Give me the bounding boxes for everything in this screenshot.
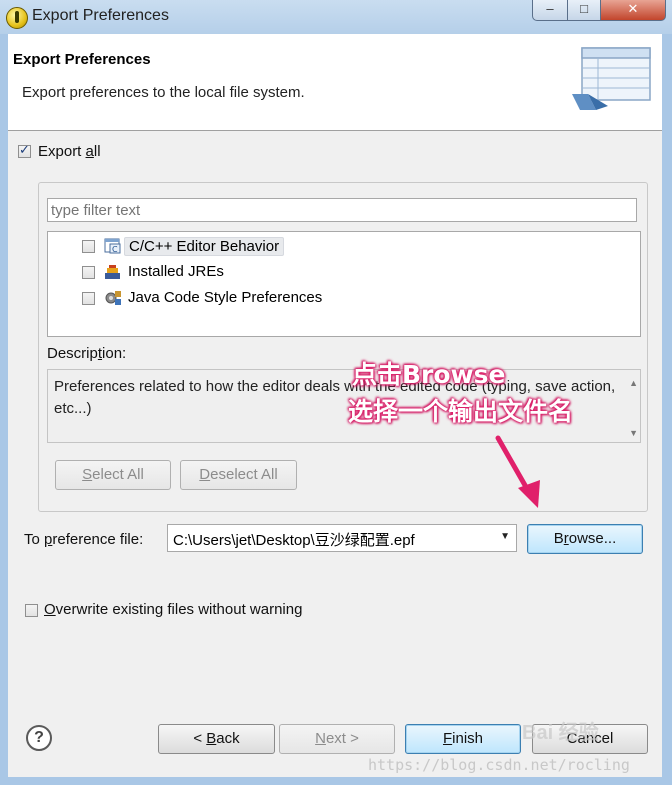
overwrite-checkbox[interactable] xyxy=(25,604,38,617)
svg-text:C: C xyxy=(112,245,118,254)
page-title: Export Preferences xyxy=(13,51,151,68)
eclipse-app-icon xyxy=(6,7,28,29)
wizard-header: Export Preferences Export preferences to… xyxy=(8,34,662,131)
maximize-button[interactable]: □ xyxy=(567,0,601,21)
tree-item-label: C/C++ Editor Behavior xyxy=(124,237,285,256)
window-title: Export Preferences xyxy=(32,7,169,24)
baidu-watermark: Bai 经验 xyxy=(522,722,599,744)
tree-item-label: Java Code Style Preferences xyxy=(128,289,323,306)
page-subtitle: Export preferences to the local file sys… xyxy=(22,84,305,101)
annotation-arrow-icon xyxy=(495,435,540,508)
export-all-label[interactable]: Export all xyxy=(38,143,101,160)
scroll-up-icon[interactable]: ▲ xyxy=(629,378,638,388)
jre-icon xyxy=(105,265,120,279)
deselect-all-button[interactable]: Deselect All xyxy=(180,460,297,490)
export-preferences-window: Export Preferences ‒ □ ✕ Export Preferen… xyxy=(0,0,672,785)
scroll-down-icon[interactable]: ▼ xyxy=(629,428,638,438)
close-button[interactable]: ✕ xyxy=(600,0,666,21)
dropdown-arrow-icon[interactable]: ▼ xyxy=(500,531,510,542)
finish-button[interactable]: Finish xyxy=(405,724,521,754)
browse-button[interactable]: Browse... xyxy=(527,524,643,554)
export-wizard-banner-icon xyxy=(572,47,651,110)
code-style-icon xyxy=(105,291,121,305)
back-button[interactable]: < Back xyxy=(158,724,275,754)
export-all-checkbox[interactable] xyxy=(18,142,31,158)
tree-item-checkbox[interactable] xyxy=(82,266,95,279)
help-icon[interactable]: ? xyxy=(26,725,52,751)
url-watermark: https://blog.csdn.net/rocling xyxy=(368,756,630,774)
preference-file-value: C:\Users\jet\Desktop\豆沙绿配置.epf xyxy=(173,532,415,549)
select-all-button[interactable]: Select All xyxy=(55,460,171,490)
preferences-tree[interactable]: C C/C++ Editor Behavior Installed JREs J… xyxy=(47,231,641,337)
editor-behavior-icon: C xyxy=(104,238,121,254)
overwrite-label[interactable]: Overwrite existing files without warning xyxy=(44,601,302,618)
preference-file-combo[interactable]: C:\Users\jet\Desktop\豆沙绿配置.epf ▼ xyxy=(167,524,517,552)
minimize-button[interactable]: ‒ xyxy=(532,0,568,21)
preference-file-label: To preference file: xyxy=(24,531,144,548)
tree-item-label: Installed JREs xyxy=(128,263,224,280)
title-bar[interactable]: Export Preferences ‒ □ ✕ xyxy=(0,0,672,34)
tree-item-checkbox[interactable] xyxy=(82,292,95,305)
tree-item-checkbox[interactable] xyxy=(82,240,95,253)
next-button[interactable]: Next > xyxy=(279,724,395,754)
description-label: Description: xyxy=(47,345,127,362)
annotation-click-browse: 点击Browse xyxy=(352,360,506,389)
filter-input[interactable] xyxy=(47,198,637,222)
